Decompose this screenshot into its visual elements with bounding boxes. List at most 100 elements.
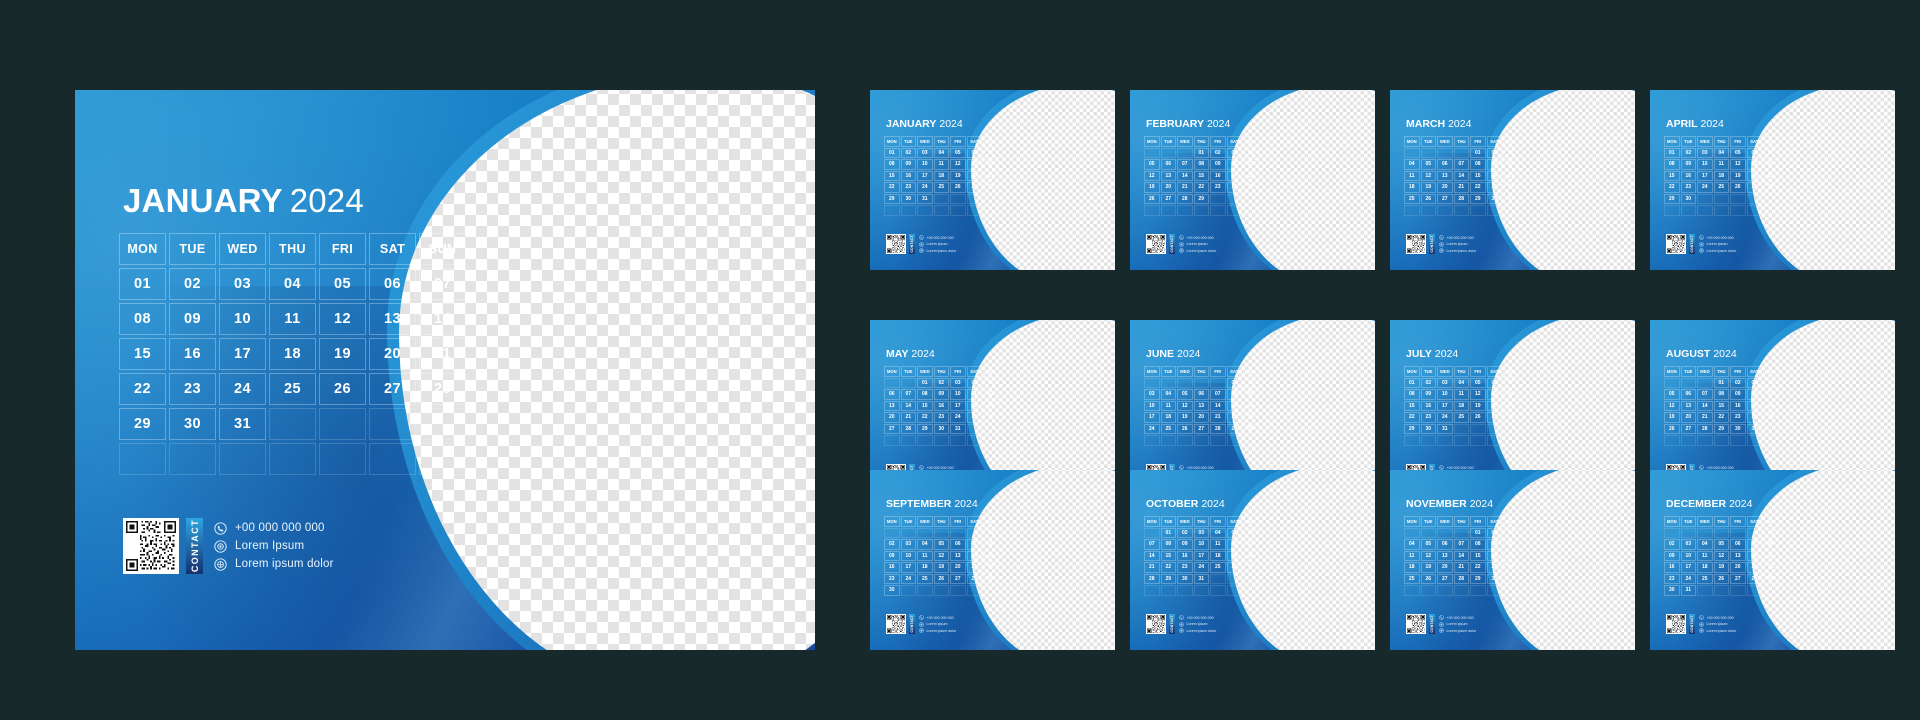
day-cell[interactable]: 04 bbox=[1210, 527, 1226, 538]
day-cell[interactable]: 30 bbox=[1420, 423, 1436, 434]
day-cell[interactable]: 20 bbox=[369, 338, 416, 370]
day-cell[interactable]: 29 bbox=[1193, 193, 1209, 204]
day-cell[interactable]: 17 bbox=[917, 170, 933, 181]
day-cell[interactable]: 12 bbox=[1713, 550, 1729, 561]
day-cell[interactable]: 09 bbox=[1730, 389, 1746, 400]
day-cell[interactable]: 13 bbox=[1243, 539, 1259, 550]
day-cell[interactable]: 23 bbox=[1486, 562, 1502, 573]
day-cell[interactable]: 22 bbox=[1664, 182, 1680, 193]
day-cell[interactable]: 19 bbox=[1144, 182, 1160, 193]
day-cell[interactable]: 12 bbox=[983, 389, 999, 400]
day-cell[interactable]: 24 bbox=[1226, 182, 1242, 193]
day-cell[interactable]: 21 bbox=[1697, 412, 1713, 423]
qr-code[interactable] bbox=[886, 234, 906, 254]
day-cell[interactable]: 03 bbox=[1144, 389, 1160, 400]
day-cell[interactable]: 26 bbox=[983, 412, 999, 423]
day-cell[interactable]: 11 bbox=[1763, 389, 1779, 400]
day-cell[interactable]: 12 bbox=[319, 303, 366, 335]
day-cell[interactable]: 13 bbox=[1437, 170, 1453, 181]
day-cell[interactable]: 20 bbox=[1746, 170, 1762, 181]
day-cell[interactable]: 02 bbox=[1730, 377, 1746, 388]
calendar-day-grid[interactable]: MON TUE WED THU FRI SAT SUN 01 02 03 04 05 06 07 08 09 1… bbox=[1664, 136, 1779, 216]
day-cell[interactable]: 19 bbox=[983, 400, 999, 411]
day-cell[interactable]: 01 bbox=[1470, 527, 1486, 538]
day-cell[interactable]: 20 bbox=[1486, 400, 1502, 411]
day-cell[interactable]: 17 bbox=[1503, 170, 1519, 181]
day-cell[interactable]: 28 bbox=[900, 423, 916, 434]
day-cell[interactable]: 12 bbox=[1177, 400, 1193, 411]
calendar-day-grid[interactable]: MON TUE WED THU FRI SAT SUN 01 02 03 04 05 06 07 08 09 1… bbox=[1144, 136, 1259, 216]
day-cell[interactable]: 28 bbox=[1210, 423, 1226, 434]
day-cell[interactable]: 05 bbox=[933, 539, 949, 550]
day-cell[interactable]: 21 bbox=[1453, 562, 1469, 573]
day-cell[interactable]: 05 bbox=[1730, 147, 1746, 158]
day-cell[interactable]: 21 bbox=[1503, 400, 1519, 411]
qr-code[interactable] bbox=[886, 614, 906, 634]
day-cell[interactable]: 31 bbox=[950, 423, 966, 434]
day-cell[interactable]: 11 bbox=[1697, 550, 1713, 561]
day-cell[interactable]: 10 bbox=[1503, 159, 1519, 170]
day-cell[interactable]: 19 bbox=[1420, 562, 1436, 573]
day-cell[interactable]: 23 bbox=[1177, 562, 1193, 573]
day-cell[interactable]: 08 bbox=[1404, 389, 1420, 400]
day-cell[interactable]: 07 bbox=[1144, 539, 1160, 550]
day-cell[interactable]: 21 bbox=[983, 170, 999, 181]
day-cell[interactable]: 31 bbox=[1503, 193, 1519, 204]
day-cell[interactable]: 16 bbox=[1486, 170, 1502, 181]
day-cell[interactable]: 19 bbox=[1177, 412, 1193, 423]
day-cell[interactable]: 14 bbox=[1503, 389, 1519, 400]
day-cell[interactable]: 25 bbox=[1404, 573, 1420, 584]
day-cell[interactable]: 22 bbox=[1404, 412, 1420, 423]
day-cell[interactable]: 27 bbox=[1193, 423, 1209, 434]
day-cell[interactable]: 08 bbox=[1470, 539, 1486, 550]
day-cell[interactable]: 03 bbox=[1226, 147, 1242, 158]
calendar-day-grid[interactable]: MON TUE WED THU FRI SAT SUN 01 02 03 04 05 06 07 08 09 1… bbox=[119, 233, 466, 475]
day-cell[interactable]: 13 bbox=[950, 550, 966, 561]
day-cell[interactable]: 30 bbox=[1664, 585, 1680, 596]
day-cell[interactable]: 11 bbox=[1404, 170, 1420, 181]
day-cell[interactable]: 21 bbox=[1763, 170, 1779, 181]
day-cell[interactable]: 03 bbox=[1503, 147, 1519, 158]
day-cell[interactable]: 15 bbox=[1160, 550, 1176, 561]
day-cell[interactable]: 05 bbox=[1177, 389, 1193, 400]
day-cell[interactable]: 05 bbox=[1664, 389, 1680, 400]
day-cell[interactable]: 24 bbox=[917, 182, 933, 193]
day-cell[interactable]: 03 bbox=[1503, 527, 1519, 538]
day-cell[interactable]: 26 bbox=[1420, 193, 1436, 204]
day-cell[interactable]: 25 bbox=[917, 573, 933, 584]
day-cell[interactable]: 09 bbox=[1177, 539, 1193, 550]
day-cell[interactable]: 26 bbox=[1420, 573, 1436, 584]
day-cell[interactable]: 13 bbox=[966, 159, 982, 170]
day-cell[interactable]: 28 bbox=[1144, 573, 1160, 584]
day-cell[interactable]: 09 bbox=[1420, 389, 1436, 400]
day-cell[interactable]: 17 bbox=[1226, 170, 1242, 181]
day-cell[interactable]: 01 bbox=[1470, 147, 1486, 158]
day-cell[interactable]: 15 bbox=[1193, 170, 1209, 181]
day-cell[interactable]: 30 bbox=[884, 585, 900, 596]
day-cell[interactable]: 18 bbox=[933, 170, 949, 181]
day-cell[interactable]: 22 bbox=[1470, 182, 1486, 193]
day-cell[interactable]: 30 bbox=[1177, 573, 1193, 584]
day-cell[interactable]: 01 bbox=[917, 377, 933, 388]
day-cell[interactable]: 09 bbox=[1210, 159, 1226, 170]
day-cell[interactable]: 05 bbox=[319, 268, 366, 300]
day-cell[interactable]: 01 bbox=[1404, 377, 1420, 388]
day-cell[interactable]: 01 bbox=[884, 147, 900, 158]
day-cell[interactable]: 15 bbox=[1713, 400, 1729, 411]
day-cell[interactable]: 07 bbox=[1177, 159, 1193, 170]
day-cell[interactable]: 05 bbox=[1144, 159, 1160, 170]
day-cell[interactable]: 06 bbox=[1486, 377, 1502, 388]
day-cell[interactable]: 10 bbox=[1226, 159, 1242, 170]
day-cell[interactable]: 30 bbox=[1680, 193, 1696, 204]
day-cell[interactable]: 30 bbox=[169, 408, 216, 440]
day-cell[interactable]: 25 bbox=[1243, 182, 1259, 193]
calendar-day-grid[interactable]: MON TUE WED THU FRI SAT SUN 01 02 03 04 05 06 07 08 09 1… bbox=[1664, 366, 1779, 446]
day-cell[interactable]: 07 bbox=[1453, 539, 1469, 550]
day-cell[interactable]: 16 bbox=[1177, 550, 1193, 561]
day-cell[interactable]: 15 bbox=[1470, 550, 1486, 561]
day-cell[interactable]: 27 bbox=[1437, 573, 1453, 584]
day-cell[interactable]: 29 bbox=[1470, 193, 1486, 204]
day-cell[interactable]: 12 bbox=[1664, 400, 1680, 411]
day-cell[interactable]: 21 bbox=[1453, 182, 1469, 193]
day-cell[interactable]: 04 bbox=[1697, 539, 1713, 550]
